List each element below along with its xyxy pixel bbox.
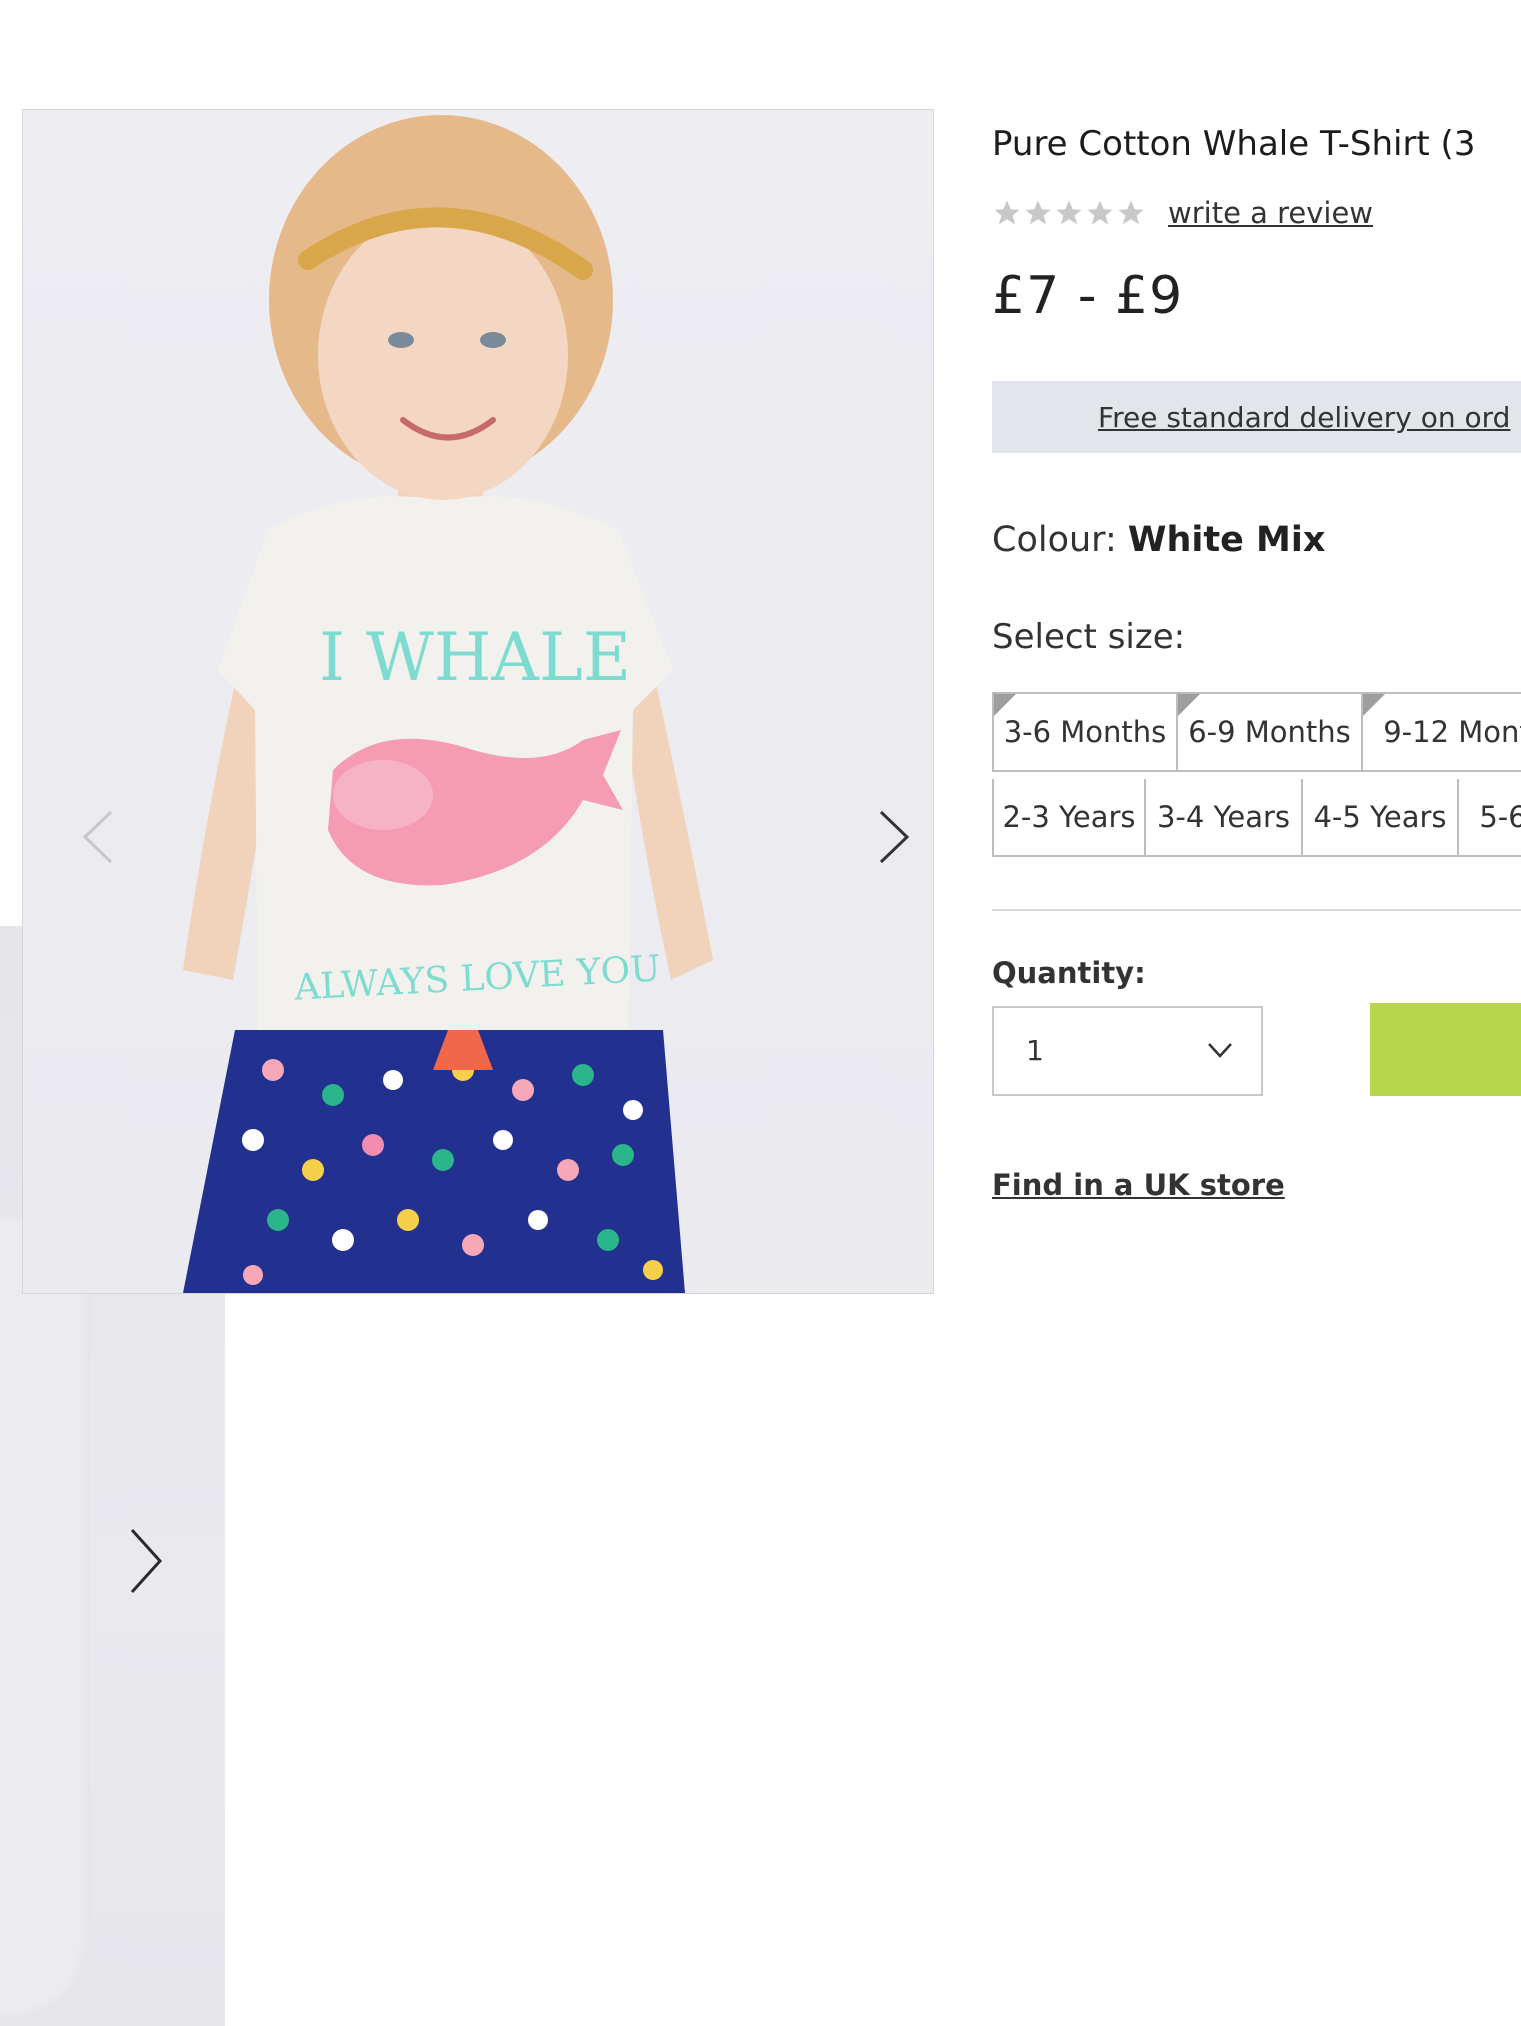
price-range: £7 - £9 — [992, 266, 1184, 326]
size-row-years: 2-3 Years 3-4 Years 4-5 Years 5-6 — [992, 779, 1521, 857]
chevron-down-icon — [1208, 1043, 1232, 1058]
size-row-months: 3-6 Months 6-9 Months 9-12 Mont — [992, 692, 1521, 772]
product-photo: I WHALE ALWAYS LOVE YOU — [183, 115, 713, 1293]
size-option-4-5-years[interactable]: 4-5 Years — [1303, 779, 1459, 855]
chevron-right-icon[interactable] — [120, 1516, 170, 1606]
size-option-3-6-months[interactable]: 3-6 Months — [992, 694, 1178, 770]
size-option-9-12-months[interactable]: 9-12 Mont — [1363, 694, 1521, 770]
size-option-label: 5-6 — [1479, 800, 1521, 834]
colour-info: Colour: White Mix — [992, 520, 1325, 560]
size-option-label: 4-5 Years — [1313, 800, 1447, 834]
size-option-label: 6-9 Months — [1188, 715, 1351, 749]
delivery-link[interactable]: Free standard delivery on ord — [1098, 401, 1510, 434]
quantity-label: Quantity: — [992, 956, 1146, 990]
product-details: Pure Cotton Whale T-Shirt (3 write a rev… — [992, 100, 1521, 1250]
star-icon — [1056, 200, 1082, 225]
size-option-label: 9-12 Mont — [1383, 715, 1521, 749]
delivery-banner: Free standard delivery on ord — [992, 381, 1521, 453]
size-option-label: 3-4 Years — [1156, 800, 1291, 834]
size-option-6-9-months[interactable]: 6-9 Months — [1178, 694, 1363, 770]
unavailable-marker — [994, 694, 1016, 716]
main-product-image: I WHALE ALWAYS LOVE YOU — [22, 109, 934, 1294]
secondary-image-garment — [0, 1216, 90, 2016]
find-in-store-link[interactable]: Find in a UK store — [992, 1168, 1285, 1202]
colour-label: Colour: — [992, 520, 1128, 560]
section-divider — [992, 909, 1521, 911]
size-option-3-4-years[interactable]: 3-4 Years — [1146, 779, 1303, 855]
size-option-2-3-years[interactable]: 2-3 Years — [992, 779, 1146, 855]
star-icon — [1025, 200, 1051, 225]
quantity-value: 1 — [1026, 1034, 1044, 1067]
size-label: Select size: — [992, 617, 1186, 657]
rating-row: write a review — [992, 196, 1373, 230]
product-title: Pure Cotton Whale T-Shirt (3 — [992, 124, 1476, 164]
star-icon — [1118, 200, 1144, 225]
add-to-bag-button[interactable] — [1370, 1003, 1521, 1096]
chevron-right-icon[interactable] — [863, 792, 923, 882]
colour-value: White Mix — [1127, 520, 1326, 560]
size-option-label: 2-3 Years — [1002, 800, 1136, 834]
quantity-select[interactable]: 1 — [992, 1006, 1263, 1096]
unavailable-marker — [1363, 694, 1385, 716]
shirt-print-text-top: I WHALE — [319, 619, 631, 696]
unavailable-marker — [1178, 694, 1200, 716]
size-option-5-6-years[interactable]: 5-6 — [1459, 779, 1521, 855]
star-rating — [992, 198, 1146, 228]
star-icon — [1087, 200, 1113, 225]
star-icon — [994, 200, 1020, 225]
chevron-left-icon[interactable] — [71, 792, 131, 882]
write-review-link[interactable]: write a review — [1168, 196, 1373, 230]
size-option-label: 3-6 Months — [1003, 715, 1167, 749]
